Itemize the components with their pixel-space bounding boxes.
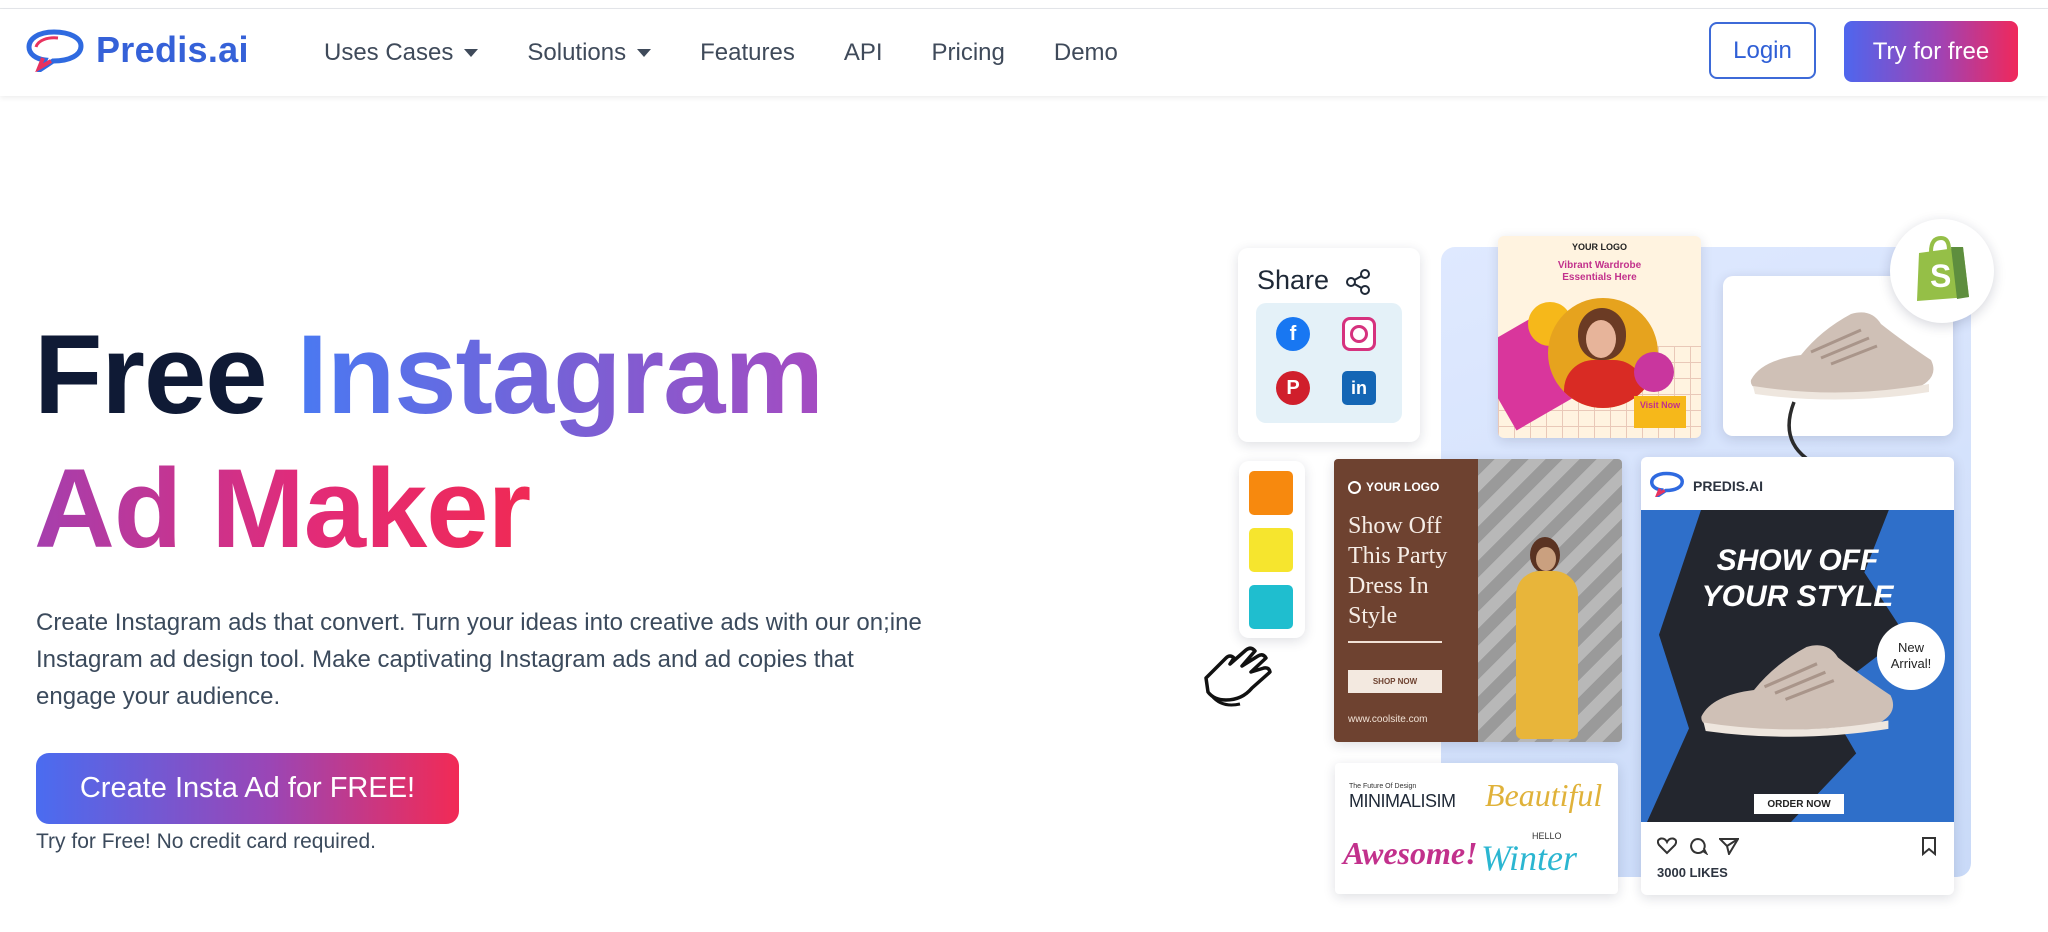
svg-text:S: S [1930,258,1951,294]
caret-down-icon [464,48,479,57]
post-badge-line1: New [1897,640,1924,655]
nav-uses-cases-label: Uses Cases [324,38,454,66]
nav-links: Uses Cases Solutions Features API Pricin… [324,9,1167,96]
linkedin-icon[interactable]: in [1342,371,1376,405]
wardrobe-magenta-dot [1634,352,1674,392]
nav-solutions[interactable]: Solutions [527,38,652,67]
try-for-free-button[interactable]: Try for free [1844,21,2018,82]
nav-api[interactable]: API [844,39,883,67]
nav-uses-cases[interactable]: Uses Cases [324,38,479,67]
nav-features[interactable]: Features [700,39,795,67]
share-card: Share f P in [1238,248,1420,442]
nav-demo[interactable]: Demo [1054,39,1118,67]
hero-title-line1: Free Instagram [34,308,824,442]
share-label: Share [1257,265,1330,295]
fonts-minimalism: MINIMALISIM [1349,791,1456,811]
cta-note: Try for Free! No credit card required. [36,830,376,853]
party-logo: YOUR LOGO [1348,480,1439,494]
hero-description: Create Instagram ads that convert. Turn … [36,609,922,710]
wardrobe-ad-card: YOUR LOGO Vibrant Wardrobe Essentials He… [1498,236,1701,438]
nav-pricing[interactable]: Pricing [932,39,1005,67]
hero-title-instagram: Instagram [296,312,824,437]
wardrobe-logo: YOUR LOGO [1571,242,1627,252]
hero-title: Free Instagram Ad Maker [34,308,824,576]
cyan-swatch[interactable] [1249,585,1293,629]
hero-title-ad-maker: Ad Maker [34,446,531,571]
sneaker-image [1750,312,1934,400]
post-sneaker-image [1701,645,1894,737]
post-headline-1: SHOW OFF [1716,544,1879,577]
login-button[interactable]: Login [1709,22,1816,79]
instagram-icon[interactable] [1342,317,1376,351]
party-url: www.coolsite.com [1348,714,1428,725]
social-icon-grid: f P in [1256,303,1402,423]
share-icon [1346,269,1370,295]
post-order-button: ORDER NOW [1754,794,1844,814]
brand-name: Predis.ai [96,29,249,70]
fonts-beautiful: Beautiful [1485,777,1603,813]
wardrobe-photo-circle [1548,298,1658,408]
hand-cursor-icon [1204,646,1272,707]
facebook-icon[interactable]: f [1276,317,1310,351]
party-logo-text: YOUR LOGO [1366,480,1440,494]
post-account-name: PREDIS.AI [1693,478,1764,494]
fonts-winter: Winter [1481,838,1577,878]
post-action-bar [1651,835,1944,859]
nav-solutions-label: Solutions [527,38,627,66]
create-insta-ad-button[interactable]: Create Insta Ad for FREE! [36,753,459,824]
party-card-photo-panel [1478,459,1622,742]
post-image: SHOW OFF YOUR STYLE New Arrival! ORDER N… [1641,510,1954,822]
font-styles-card: The Future Of Design MINIMALISIM Beautif… [1335,763,1618,894]
hero-title-free: Free [34,312,268,437]
pinterest-icon[interactable]: P [1276,371,1310,405]
heart-icon[interactable] [1657,837,1677,855]
post-likes: 3000 LIKES [1657,865,1728,880]
comment-icon[interactable] [1688,837,1708,855]
browser-top-edge [0,0,2048,9]
speech-bubble-logo-icon [26,29,84,72]
party-headline: Show Off This Party Dress In Style [1348,513,1448,629]
fonts-awesome: Awesome! [1343,835,1478,871]
color-swatches-card [1239,461,1305,638]
post-badge-line2: Arrival! [1890,656,1932,671]
navbar: Predis.ai Uses Cases Solutions Features … [0,9,2048,96]
party-divider [1348,641,1442,643]
party-dress-ad-card: YOUR LOGO Show Off This Party Dress In S… [1334,459,1622,742]
shopify-bag-icon: S [1917,235,1969,301]
party-shop-button: SHOP NOW [1348,670,1442,693]
wardrobe-visit-button: Visit Now [1634,396,1686,428]
instagram-post-card: PREDIS.AI SHOW OFF YOUR STYLE New Arriva… [1641,457,1954,895]
predis-post-avatar-icon [1650,471,1684,497]
brand-logo[interactable]: Predis.ai [26,28,249,72]
shopify-badge: S [1890,219,1994,323]
wardrobe-headline: Vibrant Wardrobe Essentials Here [1557,260,1642,283]
hero-title-line2: Ad Maker [34,442,823,576]
post-headline-2: YOUR STYLE [1701,580,1894,613]
orange-swatch[interactable] [1249,471,1293,515]
send-icon[interactable] [1719,837,1739,855]
logo-dot-icon [1348,480,1361,494]
bookmark-icon[interactable] [1921,836,1937,856]
fonts-caption: The Future Of Design [1349,783,1417,790]
caret-down-icon [637,48,652,57]
yellow-swatch[interactable] [1249,528,1293,572]
post-new-arrival-badge: New Arrival! [1877,622,1945,690]
